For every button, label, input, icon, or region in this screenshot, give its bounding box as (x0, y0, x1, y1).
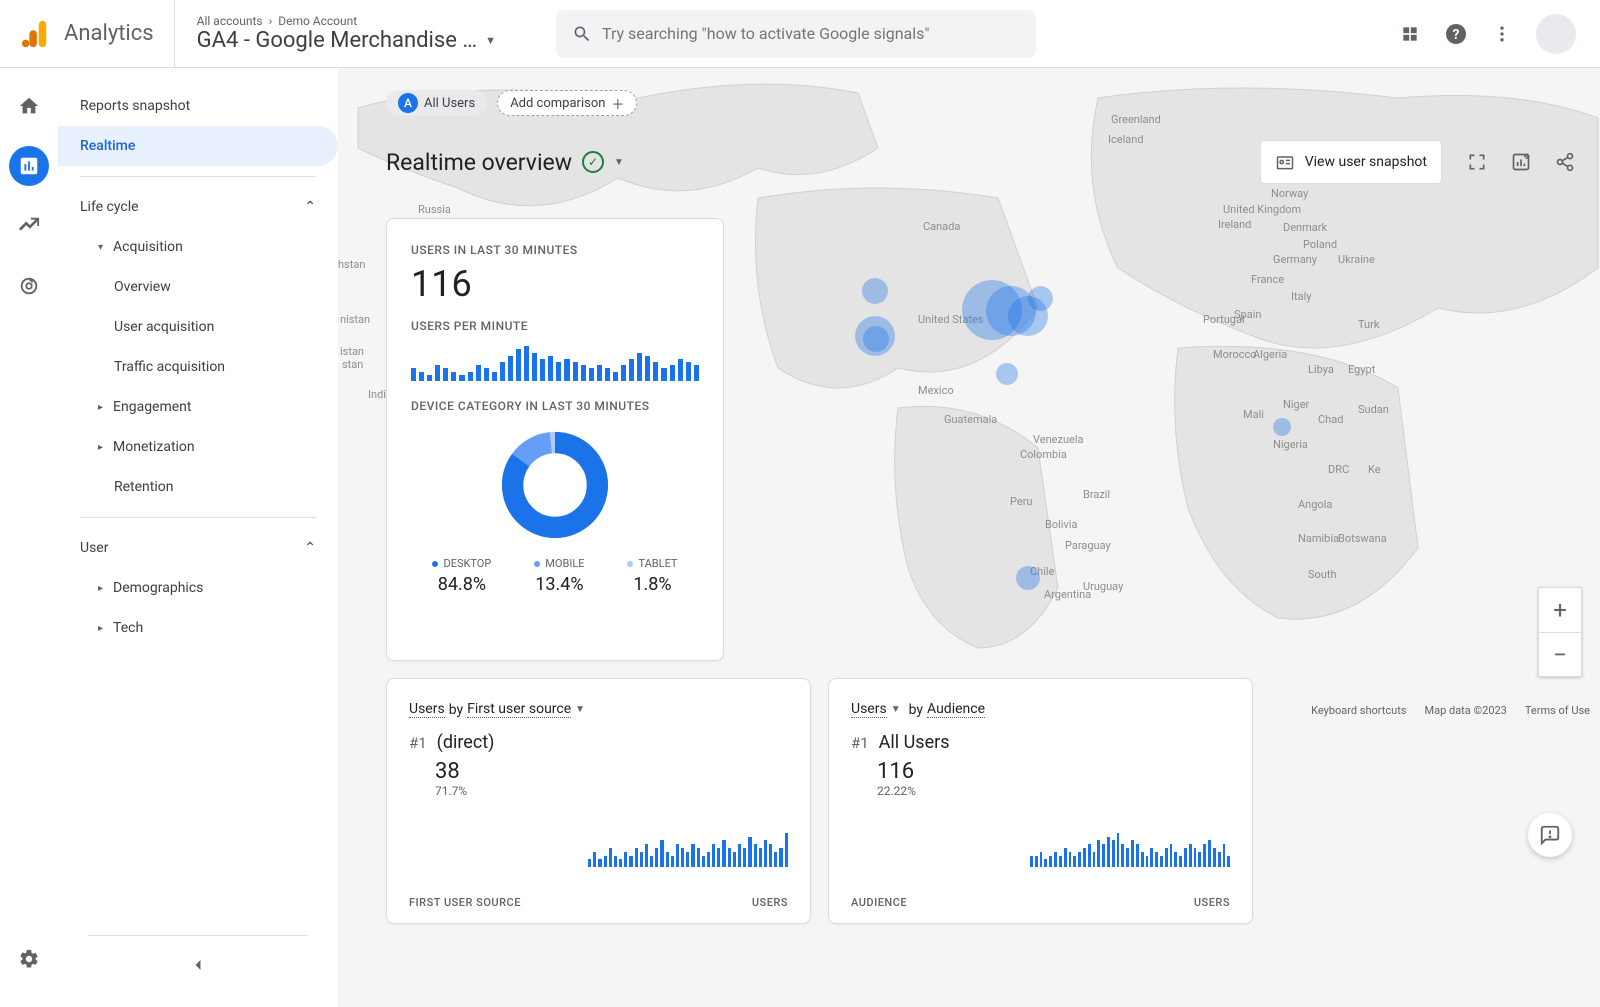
map-zoom-out[interactable]: − (1539, 632, 1581, 676)
chevron-right-icon: ▸ (98, 442, 103, 453)
segment-chip-all-users[interactable]: A All Users (386, 90, 487, 116)
view-user-snapshot-button[interactable]: View user snapshot (1260, 140, 1442, 184)
rail-reports-icon[interactable] (9, 146, 49, 186)
rail-explore-icon[interactable] (9, 206, 49, 246)
chevron-up-icon: ⌃ (304, 199, 316, 215)
chevron-right-icon: ▸ (98, 402, 103, 413)
chevron-right-icon: ▸ (98, 583, 103, 594)
metric-selector[interactable]: Users (409, 701, 445, 718)
feedback-icon (1539, 824, 1561, 846)
card-users-by-source: Users by First user source ▼ #1 (direct)… (386, 678, 811, 924)
logo-text: Analytics (64, 21, 154, 46)
nav-acq-overview[interactable]: Overview (58, 267, 338, 307)
property-name: GA4 - Google Merchandise … (197, 28, 477, 53)
map-bubble (863, 326, 889, 352)
user-snapshot-icon (1275, 152, 1295, 172)
audience-sparkline (1030, 829, 1230, 867)
card-label: USERS IN LAST 30 MINUTES (411, 243, 699, 257)
rail-admin-icon[interactable] (9, 939, 49, 979)
plus-icon: ＋ (611, 94, 624, 113)
dimension-selector[interactable]: First user source (467, 701, 571, 718)
chevron-right-icon: ▸ (98, 623, 103, 634)
search-box[interactable] (556, 10, 1036, 58)
nav-engagement[interactable]: ▸Engagement (58, 387, 338, 427)
nav-monetization[interactable]: ▸Monetization (58, 427, 338, 467)
help-icon[interactable]: ? (1444, 22, 1468, 46)
apps-icon[interactable] (1398, 22, 1422, 46)
card-users-last-30: USERS IN LAST 30 MINUTES 116 USERS PER M… (386, 218, 724, 661)
card-users-by-audience: Users ▼ by Audience #1 All Users 116 22.… (828, 678, 1253, 924)
segment-badge: A (398, 93, 418, 113)
user-avatar[interactable] (1536, 14, 1576, 54)
nav-user-section[interactable]: User ⌃ (58, 528, 338, 568)
rail-home-icon[interactable] (9, 86, 49, 126)
rail-advertising-icon[interactable] (9, 266, 49, 306)
nav-realtime[interactable]: Realtime (58, 126, 338, 166)
map-bubble (1273, 418, 1291, 436)
property-dropdown-icon[interactable]: ▼ (485, 34, 496, 47)
search-input[interactable] (602, 24, 1020, 43)
svg-text:?: ? (1453, 27, 1460, 43)
account-switcher[interactable]: All accounts › Demo Account GA4 - Google… (175, 0, 518, 67)
dimension-selector[interactable]: Audience (927, 701, 985, 718)
more-menu-icon[interactable] (1490, 22, 1514, 46)
verified-check-icon: ✓ (582, 151, 604, 173)
title-dropdown-icon[interactable]: ▼ (614, 157, 624, 168)
main-content: Russia Iceland United Kingdom Ireland De… (338, 68, 1600, 1007)
terms-link[interactable]: Terms of Use (1525, 704, 1590, 717)
page-title: Realtime overview (386, 149, 572, 176)
users-per-minute-chart (411, 343, 699, 381)
source-sparkline (588, 829, 788, 867)
map-zoom-in[interactable]: + (1539, 588, 1581, 632)
edit-report-icon[interactable] (1510, 151, 1532, 173)
map-bubble (996, 363, 1018, 385)
fullscreen-icon[interactable] (1466, 151, 1488, 173)
users-count: 116 (411, 263, 699, 305)
nav-retention[interactable]: Retention (58, 467, 338, 507)
left-rail (0, 68, 58, 1007)
keyboard-shortcuts-link[interactable]: Keyboard shortcuts (1311, 704, 1406, 717)
map-attribution: Keyboard shortcuts Map data ©2023 Terms … (1311, 704, 1590, 717)
add-comparison-chip[interactable]: Add comparison ＋ (497, 90, 637, 116)
nav-tech[interactable]: ▸Tech (58, 608, 338, 648)
nav-reports-snapshot[interactable]: Reports snapshot (58, 86, 338, 126)
nav-traffic-acquisition[interactable]: Traffic acquisition (58, 347, 338, 387)
chevron-left-icon (188, 955, 208, 975)
reports-sidebar: Reports snapshot Realtime Life cycle ⌃ ▾… (58, 68, 338, 1007)
analytics-logo-icon (20, 19, 50, 49)
map-bubble (1028, 286, 1053, 311)
map-bubble (1016, 566, 1040, 590)
logo-section: Analytics (0, 0, 175, 67)
sidebar-collapse-button[interactable] (178, 945, 218, 985)
chevron-down-icon[interactable]: ▼ (575, 704, 585, 715)
nav-life-cycle[interactable]: Life cycle ⌃ (58, 187, 338, 227)
chevron-up-icon: ⌃ (304, 540, 316, 556)
chevron-down-icon: ▾ (98, 242, 103, 253)
feedback-fab[interactable] (1528, 813, 1572, 857)
nav-acquisition[interactable]: ▾Acquisition (58, 227, 338, 267)
map-zoom-controls: + − (1538, 587, 1582, 677)
share-icon[interactable] (1554, 151, 1576, 173)
nav-user-acquisition[interactable]: User acquisition (58, 307, 338, 347)
device-donut-chart (499, 429, 611, 541)
metric-selector[interactable]: Users (851, 701, 887, 718)
breadcrumb: All accounts › Demo Account (197, 14, 496, 28)
map-bubble (862, 278, 888, 304)
nav-demographics[interactable]: ▸Demographics (58, 568, 338, 608)
app-header: Analytics All accounts › Demo Account GA… (0, 0, 1600, 68)
search-icon (572, 24, 592, 44)
chevron-down-icon[interactable]: ▼ (891, 704, 901, 715)
